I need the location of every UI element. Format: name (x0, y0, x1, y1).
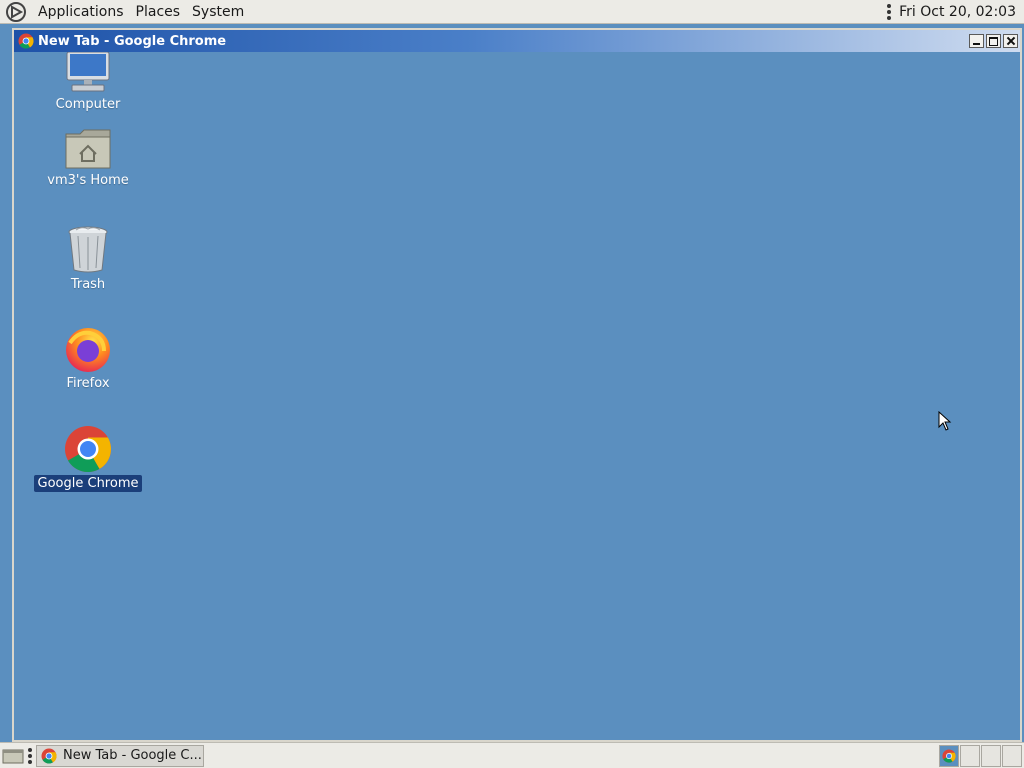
workspace-1[interactable] (939, 744, 959, 767)
close-button[interactable] (1003, 34, 1018, 48)
window-title: New Tab - Google Chrome (38, 33, 227, 49)
show-desktop-icon[interactable] (2, 747, 24, 765)
workspace-switcher (938, 744, 1022, 767)
desktop-icon-home[interactable]: vm3's Home (33, 128, 143, 189)
computer-icon (66, 52, 110, 92)
panel-handle-icon[interactable] (28, 747, 32, 764)
minimize-button[interactable] (969, 34, 984, 48)
mouse-cursor-icon (938, 411, 952, 431)
chrome-icon (41, 748, 57, 764)
desktop-icon-label: vm3's Home (47, 173, 129, 188)
panel-handle-icon[interactable] (887, 3, 892, 20)
chrome-icon (65, 426, 111, 473)
chrome-window[interactable]: New Tab - Google Chrome (12, 28, 1022, 742)
menu-places[interactable]: Places (130, 4, 187, 20)
desktop-icon-trash[interactable]: Trash (33, 226, 143, 293)
maximize-button[interactable] (986, 34, 1001, 48)
home-folder-icon (65, 129, 111, 169)
top-panel: Applications Places System Fri Oct 20, 0… (0, 0, 1024, 24)
chrome-icon (942, 748, 956, 763)
desktop-icon-label: Computer (55, 97, 121, 112)
desktop-icon-label: Trash (70, 277, 106, 292)
desktop-icon-label: Firefox (66, 376, 110, 391)
trash-icon (68, 226, 108, 273)
window-titlebar[interactable]: New Tab - Google Chrome (14, 30, 1020, 52)
desktop-icon-computer[interactable]: Computer (33, 52, 143, 113)
workspace-4[interactable] (1002, 744, 1022, 767)
taskbar-button-label: New Tab - Google C... (63, 748, 202, 763)
taskbar-button-chrome[interactable]: New Tab - Google C... (36, 744, 204, 767)
window-controls (967, 34, 1018, 48)
menu-applications[interactable]: Applications (32, 4, 130, 20)
bottom-panel: New Tab - Google C... (0, 742, 1024, 768)
menu-system[interactable]: System (186, 4, 250, 20)
mate-logo-icon[interactable] (6, 1, 26, 22)
firefox-icon (66, 328, 110, 372)
desktop-icon-chrome[interactable]: Google Chrome (33, 425, 143, 492)
desktop-icon-label: Google Chrome (33, 475, 143, 492)
chrome-icon (18, 33, 34, 49)
workspace-3[interactable] (981, 744, 1001, 767)
workspace-2[interactable] (960, 744, 980, 767)
clock[interactable]: Fri Oct 20, 02:03 (899, 4, 1024, 20)
desktop-icon-firefox[interactable]: Firefox (33, 325, 143, 392)
